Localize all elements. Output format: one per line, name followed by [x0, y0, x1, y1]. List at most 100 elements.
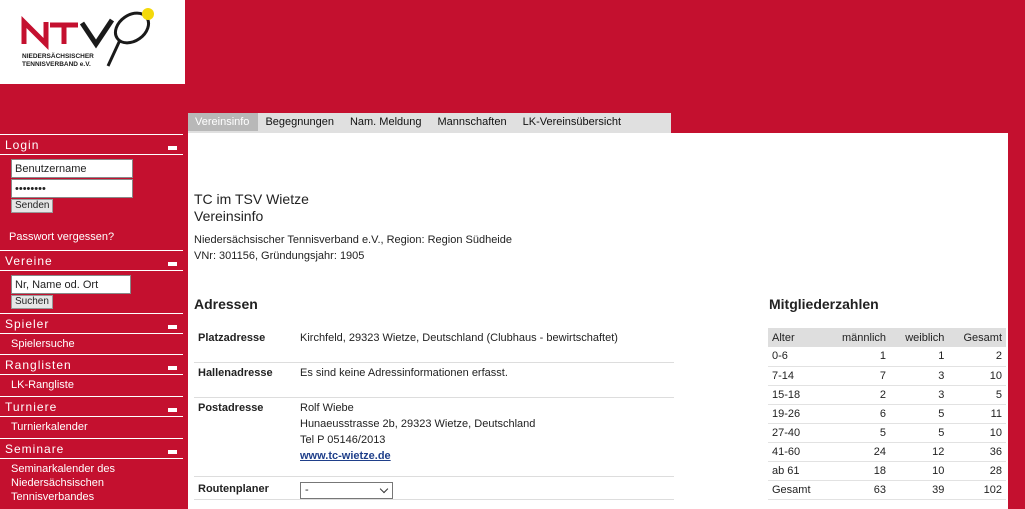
- table-row-total: Gesamt 63 39 102: [768, 480, 1006, 500]
- column-header: männlich: [825, 328, 891, 347]
- club-search-input[interactable]: [11, 275, 131, 294]
- collapse-icon[interactable]: [168, 366, 177, 370]
- table-row: 19-26 6 5 11: [768, 404, 1006, 424]
- sidebar-section-ranglisten[interactable]: Ranglisten: [0, 354, 183, 374]
- sidebar-section-login[interactable]: Login: [0, 134, 183, 154]
- address-label: Platzadresse: [198, 332, 266, 344]
- lk-ranking-link[interactable]: LK-Rangliste: [0, 378, 183, 392]
- column-header: Gesamt: [948, 328, 1006, 347]
- tab-vereinsinfo[interactable]: Vereinsinfo: [188, 113, 259, 131]
- club-search-form: Suchen: [0, 270, 183, 309]
- table-header-row: Alter männlich weiblich Gesamt: [768, 328, 1006, 347]
- table-cell: 28: [948, 461, 1006, 481]
- table-cell: 24: [825, 442, 891, 462]
- contact-name: Rolf Wiebe: [300, 402, 354, 414]
- table-cell: 27-40: [768, 423, 826, 443]
- address-row-platz: Platzadresse Kirchfeld, 29323 Wietze, De…: [194, 323, 674, 363]
- table-cell: 5: [890, 404, 949, 424]
- table-cell: 7: [825, 366, 891, 386]
- section-title: Spieler: [5, 317, 50, 331]
- sidebar-section-turniere[interactable]: Turniere: [0, 396, 183, 416]
- collapse-icon[interactable]: [168, 408, 177, 412]
- postal-address: Rolf Wiebe Hunaeusstrasse 2b, 29323 Wiet…: [300, 400, 535, 464]
- table-cell: 63: [825, 480, 891, 500]
- login-form: Senden Passwort vergessen?: [0, 154, 183, 254]
- table-row: 0-6 1 1 2: [768, 347, 1006, 367]
- table-cell: 10: [890, 461, 949, 481]
- table-row: 27-40 5 5 10: [768, 423, 1006, 443]
- table-cell: 5: [825, 423, 891, 443]
- table-cell: 1: [890, 347, 949, 367]
- seminar-calendar-link[interactable]: Seminarkalender des Niedersächsischen Te…: [0, 462, 183, 504]
- table-cell: 12: [890, 442, 949, 462]
- svg-text:TENNISVERBAND e.V.: TENNISVERBAND e.V.: [22, 61, 91, 68]
- spieler-links: Spielersuche: [0, 333, 183, 354]
- route-planner-select[interactable]: -: [300, 482, 393, 499]
- seminar-link-line: Niedersächsischen: [11, 477, 104, 489]
- logo[interactable]: NIEDERSÄCHSISCHER TENNISVERBAND e.V.: [0, 0, 185, 84]
- address-row-halle: Hallenadresse Es sind keine Adressinform…: [194, 362, 674, 398]
- table-cell: 39: [890, 480, 949, 500]
- page-title: Vereinsinfo: [194, 208, 264, 224]
- chevron-down-icon: [379, 484, 389, 494]
- column-header: weiblich: [890, 328, 949, 347]
- club-search-button[interactable]: Suchen: [11, 295, 53, 309]
- table-cell: 7-14: [768, 366, 826, 386]
- route-selected-value: -: [305, 484, 309, 496]
- sidebar-section-vereine[interactable]: Vereine: [0, 250, 183, 270]
- section-title: Login: [5, 138, 40, 152]
- table-cell: 19-26: [768, 404, 826, 424]
- club-number-info: VNr: 301156, Gründungsjahr: 1905: [194, 250, 365, 262]
- table-cell: 10: [948, 366, 1006, 386]
- collapse-icon[interactable]: [168, 450, 177, 454]
- username-input[interactable]: [11, 159, 133, 178]
- ranglisten-links: LK-Rangliste: [0, 374, 183, 396]
- table-cell: ab 61: [768, 461, 826, 481]
- tab-lk-vereinsuebersicht[interactable]: LK-Vereinsübersicht: [516, 113, 630, 131]
- table-row: ab 61 18 10 28: [768, 461, 1006, 481]
- sidebar: Login Senden Passwort vergessen? Vereine…: [0, 134, 183, 504]
- section-title: Turniere: [5, 400, 58, 414]
- club-name: TC im TSV Wietze: [194, 191, 309, 207]
- members-table: Alter männlich weiblich Gesamt 0-6 1 1 2 7-…: [768, 328, 1006, 500]
- table-cell: Gesamt: [768, 480, 826, 500]
- player-search-link[interactable]: Spielersuche: [0, 337, 183, 351]
- website-link[interactable]: www.tc-wietze.de: [300, 448, 535, 464]
- table-cell: 18: [825, 461, 891, 481]
- forgot-password-link[interactable]: Passwort vergessen?: [0, 230, 183, 244]
- tab-bar: Vereinsinfo Begegnungen Nam. Meldung Man…: [188, 113, 671, 133]
- table-row: 7-14 7 3 10: [768, 366, 1006, 386]
- tournament-calendar-link[interactable]: Turnierkalender: [0, 420, 183, 434]
- tab-begegnungen[interactable]: Begegnungen: [258, 113, 343, 131]
- address-value: Kirchfeld, 29323 Wietze, Deutschland (Cl…: [300, 332, 618, 344]
- table-cell: 102: [948, 480, 1006, 500]
- table-cell: 41-60: [768, 442, 826, 462]
- section-title: Seminare: [5, 442, 65, 456]
- password-input[interactable]: [11, 179, 133, 198]
- seminar-link-line: Seminarkalender des: [11, 463, 115, 475]
- login-submit-button[interactable]: Senden: [11, 199, 54, 213]
- table-cell: 10: [948, 423, 1006, 443]
- table-cell: 3: [890, 366, 949, 386]
- sidebar-section-spieler[interactable]: Spieler: [0, 313, 183, 333]
- table-cell: 2: [948, 347, 1006, 367]
- collapse-icon[interactable]: [168, 146, 177, 150]
- table-cell: 6: [825, 404, 891, 424]
- table-row: 15-18 2 3 5: [768, 385, 1006, 405]
- table-cell: 36: [948, 442, 1006, 462]
- collapse-icon[interactable]: [168, 262, 177, 266]
- sidebar-section-seminare[interactable]: Seminare: [0, 438, 183, 458]
- address-label: Postadresse: [198, 402, 264, 414]
- seminare-links: Seminarkalender des Niedersächsischen Te…: [0, 458, 183, 504]
- collapse-icon[interactable]: [168, 325, 177, 329]
- table-cell: 0-6: [768, 347, 826, 367]
- table-cell: 15-18: [768, 385, 826, 405]
- section-title: Vereine: [5, 254, 53, 268]
- svg-text:NIEDERSÄCHSISCHER: NIEDERSÄCHSISCHER: [22, 52, 94, 60]
- section-title: Ranglisten: [5, 358, 72, 372]
- tab-mannschaften[interactable]: Mannschaften: [431, 113, 516, 131]
- seminar-link-line: Tennisverbandes: [11, 491, 95, 503]
- club-association-info: Niedersächsischer Tennisverband e.V., Re…: [194, 234, 512, 246]
- contact-street: Hunaeusstrasse 2b, 29323 Wietze, Deutsch…: [300, 418, 536, 430]
- tab-nam-meldung[interactable]: Nam. Meldung: [343, 113, 431, 131]
